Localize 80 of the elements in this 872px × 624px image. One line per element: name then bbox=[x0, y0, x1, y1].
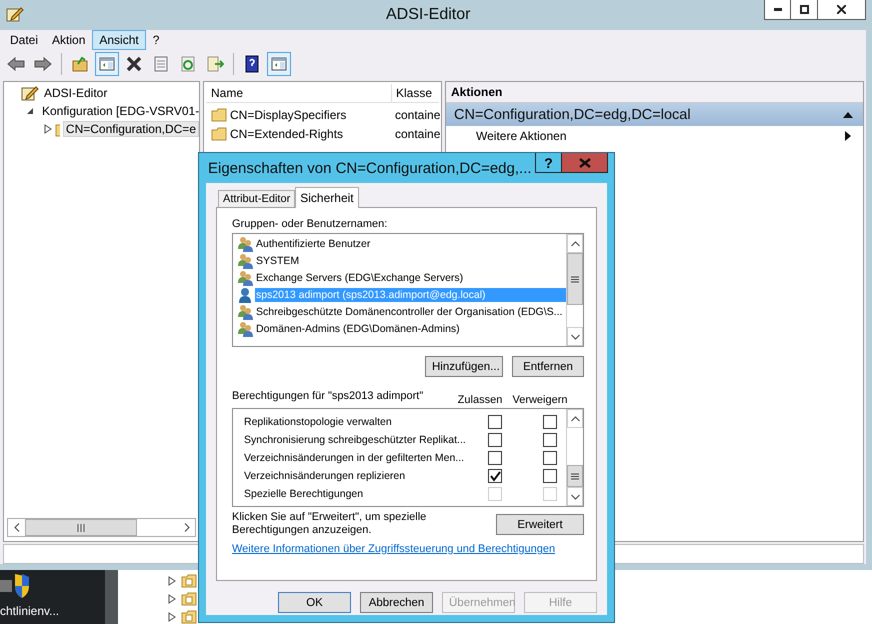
collapse-arrow-icon[interactable] bbox=[843, 112, 853, 118]
window-title: ADSI-Editor bbox=[386, 6, 470, 24]
menu-item[interactable]: Datei bbox=[3, 30, 46, 50]
list-item[interactable]: Authentifizierte Benutzer bbox=[255, 236, 372, 250]
notepad-pencil-icon bbox=[6, 6, 24, 22]
window-border bbox=[105, 570, 118, 624]
menu-item[interactable]: ? bbox=[146, 30, 166, 50]
advanced-button[interactable]: Erweitert bbox=[496, 514, 584, 535]
submenu-arrow-icon bbox=[845, 131, 851, 141]
pane-toggle-icon[interactable] bbox=[267, 52, 291, 76]
list-item[interactable]: Domänen-Admins (EDG\Domänen-Admins) bbox=[255, 322, 461, 336]
checkbox[interactable] bbox=[488, 415, 502, 429]
tab[interactable]: Attribut-Editor bbox=[218, 190, 296, 207]
close-icon bbox=[837, 5, 846, 14]
maximize-button[interactable] bbox=[791, 0, 818, 20]
close-button[interactable] bbox=[818, 0, 866, 20]
pane-toggle-icon[interactable] bbox=[95, 52, 119, 76]
list-item[interactable]: CN=DisplaySpecifiers bbox=[230, 108, 346, 122]
user-icon bbox=[237, 286, 254, 302]
list-item[interactable]: CN=Extended-Rights bbox=[230, 126, 344, 140]
minimize-button[interactable] bbox=[764, 0, 791, 20]
vertical-scrollbar[interactable] bbox=[566, 409, 583, 506]
help-link[interactable]: Weitere Informationen über Zugriffssteuerung und Berechtigungen bbox=[232, 543, 556, 555]
close-icon bbox=[578, 158, 590, 168]
column-header[interactable]: Name bbox=[206, 84, 392, 102]
checkbox[interactable] bbox=[488, 451, 502, 465]
permissions-label: Berechtigungen für "sps2013 adimport" bbox=[232, 390, 424, 402]
menu-item[interactable]: Aktion bbox=[45, 30, 92, 50]
list-item[interactable]: SYSTEM bbox=[255, 254, 300, 268]
permission-name: Synchronisierung schreibgeschützter Replikat... bbox=[244, 434, 467, 446]
list-item[interactable]: Schreibgeschützte Domänencontroller der Organisation (EDG\S... bbox=[255, 304, 564, 318]
help-button[interactable]: ? bbox=[535, 153, 562, 173]
menu-item[interactable]: Ansicht bbox=[92, 30, 146, 50]
actions-header: Aktionen bbox=[446, 82, 863, 103]
column-header[interactable]: Klasse bbox=[392, 84, 432, 102]
tree-item[interactable]: Konfiguration [EDG-VSRV01- bbox=[40, 104, 199, 118]
maximize-icon bbox=[800, 5, 808, 14]
action-item[interactable]: Weitere Aktionen bbox=[476, 129, 566, 143]
list-item[interactable]: Exchange Servers (EDG\Exchange Servers) bbox=[255, 270, 464, 284]
user-group-icon bbox=[237, 270, 254, 286]
permission-name: Verzeichnisänderungen in der gefilterten Men... bbox=[244, 452, 466, 464]
user-group-icon bbox=[237, 320, 254, 336]
dialog-title: Eigenschaften von CN=Configuration,DC=edg,... bbox=[207, 159, 533, 177]
tab[interactable]: Sicherheit bbox=[295, 187, 359, 208]
table-cell-text: containe bbox=[394, 106, 440, 124]
collapsed-arrow-icon[interactable] bbox=[44, 124, 52, 134]
permission-name: Verzeichnisänderungen replizieren bbox=[244, 470, 406, 482]
dialog-button[interactable]: Hinzufügen... bbox=[425, 356, 503, 377]
user-group-icon bbox=[237, 236, 254, 252]
dialog-button[interactable]: OK bbox=[278, 592, 351, 613]
group-label: Gruppen- oder Benutzernamen: bbox=[232, 218, 388, 232]
desktop-icon-label[interactable]: chtlinienv... bbox=[0, 604, 105, 618]
user-group-icon bbox=[237, 252, 254, 268]
expanded-arrow-icon[interactable] bbox=[26, 107, 34, 115]
tree-item[interactable]: CN=Configuration,DC=e bbox=[62, 121, 199, 137]
grip-icon bbox=[77, 524, 85, 532]
grip-icon bbox=[571, 276, 579, 282]
checkbox[interactable] bbox=[543, 415, 557, 429]
checkbox[interactable] bbox=[543, 433, 557, 447]
minimize-icon bbox=[774, 8, 782, 11]
permission-name: Spezielle Berechtigungen bbox=[244, 488, 364, 500]
checkbox[interactable] bbox=[543, 469, 557, 483]
notepad-pencil-icon bbox=[21, 85, 39, 101]
shield-icon[interactable] bbox=[0, 572, 30, 598]
vertical-scrollbar[interactable] bbox=[566, 234, 583, 346]
user-group-icon bbox=[237, 304, 254, 320]
tree-item[interactable]: ADSI-Editor bbox=[42, 86, 110, 100]
action-group-header[interactable]: CN=Configuration,DC=edg,DC=local bbox=[446, 103, 863, 126]
horizontal-scrollbar[interactable] bbox=[7, 518, 196, 537]
table-cell-text: containe bbox=[394, 126, 440, 142]
column-header: Zulassen bbox=[456, 394, 504, 406]
checkbox[interactable] bbox=[543, 451, 557, 465]
column-header: Verweigern bbox=[511, 394, 569, 406]
hint-text: Klicken Sie auf "Erweitert", um spezielle Berechtigungen anzuzeigen. bbox=[232, 511, 428, 537]
checkbox[interactable] bbox=[488, 469, 502, 483]
checkbox[interactable] bbox=[488, 433, 502, 447]
grip-icon bbox=[571, 472, 579, 480]
dialog-button[interactable]: Entfernen bbox=[512, 356, 584, 377]
dialog-button[interactable]: Abbrechen bbox=[360, 592, 433, 613]
permission-name: Replikationstopologie verwalten bbox=[244, 416, 393, 428]
